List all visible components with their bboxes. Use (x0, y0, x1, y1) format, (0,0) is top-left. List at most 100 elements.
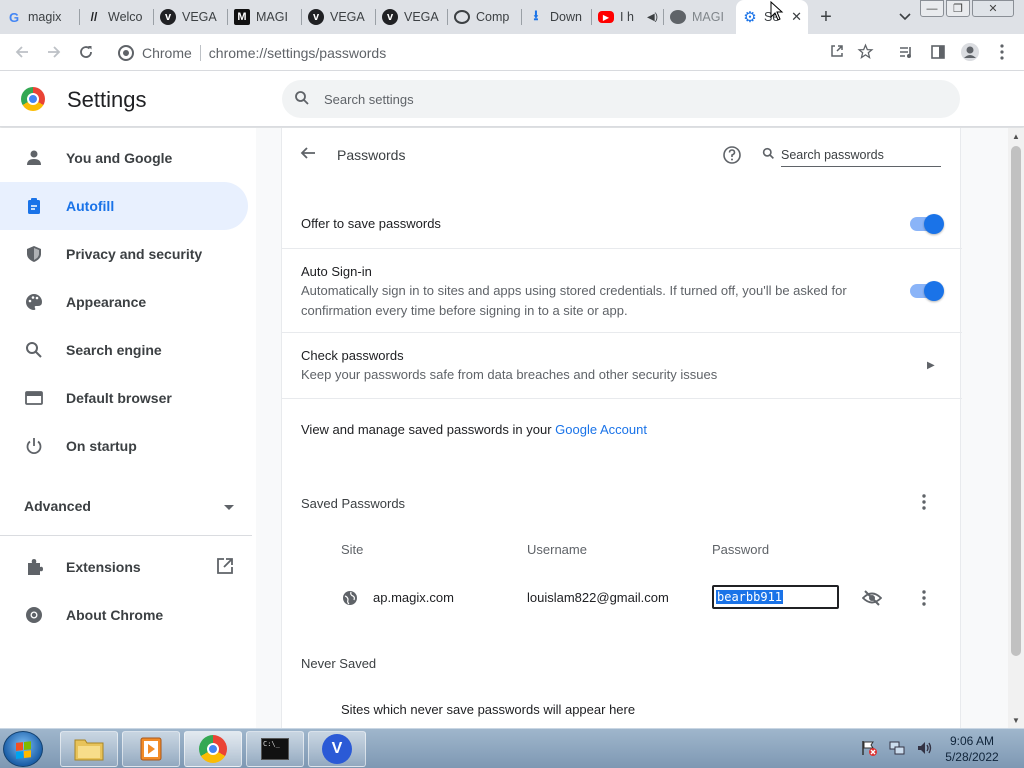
passwords-card: Passwords Offer to save passwords Auto S… (281, 128, 962, 728)
taskbar-cmd[interactable]: C:\_ (246, 731, 304, 767)
system-tray (860, 731, 934, 767)
column-header-username: Username (527, 542, 587, 557)
sidebar-item-extensions[interactable]: Extensions (0, 543, 252, 591)
chevron-right-icon: ▶ (927, 360, 935, 371)
sidebar-divider (0, 535, 252, 536)
search-passwords-box[interactable] (762, 142, 942, 168)
open-in-new-icon (216, 557, 234, 578)
tab-title: VEGA (330, 10, 365, 24)
tab-search-chevron-icon[interactable] (894, 6, 916, 28)
sidebar-item-you-and-google[interactable]: You and Google (0, 134, 248, 182)
caret-down-icon (224, 498, 234, 514)
tab-1[interactable]: G magix (0, 0, 80, 34)
tab-strip: G magix // Welco v VEGA M MAGI v VEGA v … (0, 0, 1024, 34)
action-center-flag-icon[interactable] (860, 739, 878, 760)
scroll-thumb[interactable] (1011, 146, 1021, 656)
media-control-icon[interactable] (892, 37, 920, 67)
auto-signin-toggle[interactable] (910, 281, 944, 301)
password-row-menu-icon[interactable] (914, 588, 934, 608)
auto-signin-row: Auto Sign-in Automatically sign in to si… (282, 248, 962, 332)
tab-10[interactable]: MAGI (664, 0, 736, 34)
sidebar-item-label: Autofill (66, 198, 115, 214)
minimize-button[interactable]: — (920, 0, 944, 17)
new-tab-button[interactable]: + (808, 0, 844, 34)
close-window-button[interactable]: ✕ (972, 0, 1014, 17)
tab-title: I h (620, 10, 634, 24)
reload-button[interactable] (70, 36, 102, 68)
forward-button[interactable] (38, 36, 70, 68)
share-icon[interactable] (829, 43, 845, 62)
side-panel-icon[interactable] (924, 37, 952, 67)
profile-avatar-icon[interactable] (956, 37, 984, 67)
help-icon[interactable] (722, 145, 742, 165)
chrome-logo-icon (199, 735, 227, 763)
vegas-v-icon: v (308, 9, 324, 25)
sidebar-item-autofill[interactable]: Autofill (0, 182, 248, 230)
taskbar-vegas[interactable]: V (308, 731, 366, 767)
saved-password-field[interactable]: bearbb911 (712, 585, 839, 609)
saved-passwords-menu-icon[interactable] (914, 492, 934, 512)
sidebar-item-label: Privacy and security (66, 246, 203, 262)
taskbar-media-player[interactable] (122, 731, 180, 767)
globe-icon (670, 10, 686, 24)
speaker-icon[interactable]: ◀) (647, 12, 658, 23)
tab-6[interactable]: v VEGA (376, 0, 448, 34)
scroll-down-arrow-icon[interactable]: ▼ (1008, 712, 1024, 728)
back-button[interactable] (6, 36, 38, 68)
settings-header: Settings (0, 71, 1024, 127)
tab-title: Comp (476, 10, 510, 24)
offer-to-save-toggle[interactable] (910, 214, 944, 234)
tab-2[interactable]: // Welco (80, 0, 154, 34)
sidebar-item-label: You and Google (66, 150, 173, 166)
clock-date: 5/28/2022 (945, 750, 999, 764)
sidebar-item-search-engine[interactable]: Search engine (0, 326, 248, 374)
youtube-icon: ▶ (598, 11, 614, 23)
offer-to-save-label: Offer to save passwords (301, 216, 441, 231)
vegas-v-icon: v (382, 9, 398, 25)
tab-title: VEGA (404, 10, 439, 24)
tab-3[interactable]: v VEGA (154, 0, 228, 34)
sidebar-item-about-chrome[interactable]: About Chrome (0, 591, 248, 639)
tab-4[interactable]: M MAGI (228, 0, 302, 34)
sidebar-advanced-toggle[interactable]: Advanced (24, 494, 234, 518)
google-account-link[interactable]: Google Account (555, 422, 647, 437)
download-icon: ⭳ (533, 7, 539, 23)
search-passwords-input[interactable] (781, 143, 941, 167)
taskbar-clock[interactable]: 9:06 AM 5/28/2022 (932, 733, 1012, 765)
sidebar-item-on-startup[interactable]: On startup (0, 422, 248, 470)
menu-kebab-icon[interactable] (988, 37, 1016, 67)
back-arrow-icon[interactable] (300, 145, 320, 165)
restore-button[interactable]: ❐ (946, 0, 970, 17)
bookmark-star-icon[interactable] (857, 42, 874, 63)
search-settings-input[interactable] (324, 91, 924, 107)
close-tab-icon[interactable]: ✕ (791, 9, 802, 25)
address-bar[interactable]: Chrome chrome://settings/passwords (110, 38, 880, 67)
chrome-outline-icon (24, 605, 44, 625)
start-button[interactable] (3, 731, 43, 767)
tab-9[interactable]: ▶ I h ◀) (592, 0, 664, 34)
google-g-icon: G (8, 9, 20, 25)
tab-8[interactable]: ⭳ Down (522, 0, 592, 34)
sidebar-item-default-browser[interactable]: Default browser (0, 374, 248, 422)
taskbar-chrome[interactable] (184, 731, 242, 767)
page-scrollbar[interactable]: ▲ ▼ (1008, 128, 1024, 728)
check-passwords-row[interactable]: Check passwords Keep your passwords safe… (282, 332, 962, 398)
network-icon[interactable] (888, 739, 906, 760)
hide-password-icon[interactable] (861, 588, 883, 608)
browser-toolbar: Chrome chrome://settings/passwords (0, 34, 1024, 71)
power-icon (24, 436, 44, 456)
scroll-up-arrow-icon[interactable]: ▲ (1008, 128, 1024, 144)
url-text[interactable]: chrome://settings/passwords (209, 45, 386, 61)
vegas-v-icon: v (160, 9, 176, 25)
window-controls: — ❐ ✕ (918, 0, 1014, 17)
search-settings-box[interactable] (282, 80, 960, 118)
media-player-icon (140, 737, 162, 761)
tab-5[interactable]: v VEGA (302, 0, 376, 34)
taskbar-explorer[interactable] (60, 731, 118, 767)
chrome-site-icon[interactable] (118, 44, 134, 61)
sidebar-item-appearance[interactable]: Appearance (0, 278, 248, 326)
auto-signin-description-2: confirmation every time before signing i… (301, 303, 628, 318)
never-saved-heading: Never Saved (301, 656, 377, 671)
sidebar-item-privacy[interactable]: Privacy and security (0, 230, 248, 278)
tab-7[interactable]: Comp (448, 0, 522, 34)
